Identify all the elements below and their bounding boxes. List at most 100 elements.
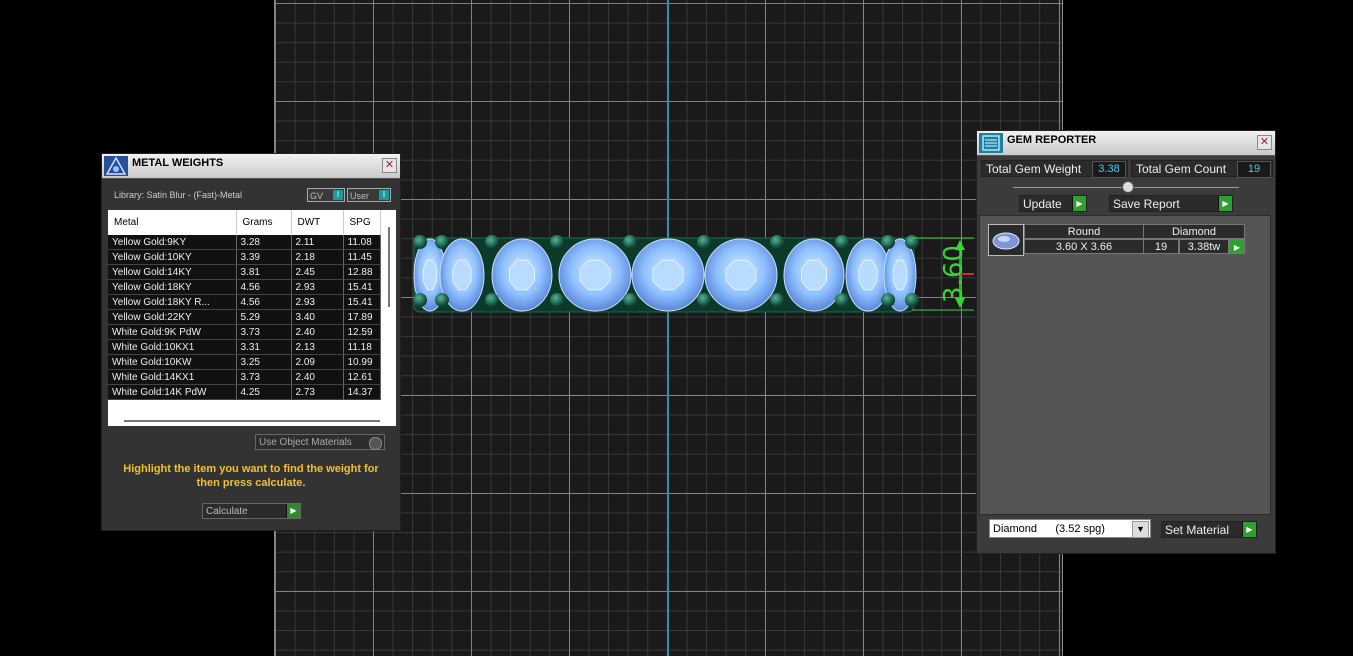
- chevron-down-icon[interactable]: ▼: [1132, 521, 1149, 538]
- prong: [905, 293, 919, 307]
- metal-weights-titlebar[interactable]: METAL WEIGHTS ✕: [102, 154, 400, 179]
- gem-count-cell: 19: [1143, 239, 1179, 254]
- material-select[interactable]: Diamond (3.52 spg) ▼: [989, 519, 1151, 538]
- gem-facet: [422, 259, 438, 291]
- prong: [697, 235, 711, 249]
- spg-cell: 11.18: [343, 339, 381, 355]
- table-row[interactable]: Yellow Gold:18KY 4.56 2.93 15.41: [108, 279, 381, 295]
- vertical-scrollbar[interactable]: [388, 227, 390, 307]
- prong: [485, 293, 499, 307]
- ring-model[interactable]: 3.60: [412, 234, 974, 316]
- gv-toggle[interactable]: GV I: [307, 188, 345, 202]
- grams-cell: 3.39: [236, 249, 292, 265]
- metal-name: Yellow Gold:18KY: [108, 279, 237, 295]
- gem-facet: [452, 259, 472, 291]
- prong: [413, 235, 427, 249]
- metal-name: Yellow Gold:10KY: [108, 249, 237, 265]
- user-toggle-label: User: [350, 191, 370, 201]
- save-report-button[interactable]: Save Report ▶: [1109, 195, 1233, 212]
- spg-cell: 12.61: [343, 369, 381, 385]
- set-material-button[interactable]: Set Material ▶: [1161, 521, 1257, 538]
- table-row[interactable]: Yellow Gold:10KY 3.39 2.18 11.45: [108, 249, 381, 265]
- update-button[interactable]: Update ▶: [1019, 195, 1087, 212]
- spg-cell: 12.88: [343, 264, 381, 280]
- library-label: Library: Satin Blur - (Fast)-Metal: [114, 190, 243, 200]
- dwt-cell: 2.11: [291, 235, 344, 250]
- grams-cell: 3.25: [236, 354, 292, 370]
- dwt-cell: 2.13: [291, 339, 344, 355]
- prong: [623, 235, 637, 249]
- radio-icon[interactable]: [369, 437, 382, 450]
- close-icon[interactable]: ✕: [382, 158, 397, 173]
- spg-cell: 15.41: [343, 279, 381, 295]
- save-report-label: Save Report: [1113, 197, 1180, 211]
- table-row[interactable]: White Gold:14K PdW 4.25 2.73 14.37: [108, 384, 381, 400]
- table-row[interactable]: Yellow Gold:14KY 3.81 2.45 12.88: [108, 264, 381, 280]
- horizontal-scrollbar[interactable]: [124, 420, 380, 422]
- grams-cell: 4.56: [236, 294, 292, 310]
- spg-cell: 17.89: [343, 309, 381, 325]
- column-header-spg[interactable]: SPG: [343, 210, 381, 235]
- gem-reporter-titlebar[interactable]: GEM REPORTER ✕: [977, 131, 1275, 156]
- gem-facet: [579, 259, 611, 291]
- gv-checkbox-icon[interactable]: I: [333, 190, 343, 200]
- metal-name: White Gold:10KW: [108, 354, 237, 370]
- gem-reporter-icon: [979, 133, 1003, 153]
- column-header-metal[interactable]: Metal: [108, 210, 237, 235]
- calculate-label: Calculate: [206, 506, 248, 517]
- table-row[interactable]: Yellow Gold:18KY R... 4.56 2.93 15.41: [108, 294, 381, 310]
- gem-material-cell: Diamond: [1143, 224, 1245, 239]
- table-row[interactable]: White Gold:9K PdW 3.73 2.40 12.59: [108, 324, 381, 340]
- dwt-cell: 2.40: [291, 324, 344, 340]
- gv-toggle-label: GV: [310, 191, 324, 201]
- gem-facet: [652, 259, 684, 291]
- calculate-button[interactable]: Calculate ▶: [202, 503, 301, 519]
- user-checkbox-icon[interactable]: I: [379, 190, 389, 200]
- prong: [435, 235, 449, 249]
- grams-cell: 4.25: [236, 384, 292, 400]
- close-icon[interactable]: ✕: [1257, 135, 1272, 150]
- gem-list[interactable]: Round Diamond 3.60 X 3.66 19 3.38tw ▶: [979, 215, 1271, 515]
- use-object-materials-toggle[interactable]: Use Object Materials: [255, 434, 385, 450]
- dwt-cell: 2.09: [291, 354, 344, 370]
- metal-weights-title: METAL WEIGHTS: [132, 157, 224, 169]
- spg-cell: 10.99: [343, 354, 381, 370]
- play-arrow-icon: ▶: [286, 504, 300, 518]
- user-toggle[interactable]: User I: [347, 188, 391, 202]
- table-row[interactable]: Yellow Gold:22KY 5.29 3.40 17.89: [108, 309, 381, 325]
- prong: [835, 293, 849, 307]
- metal-table[interactable]: Metal Grams DWT SPG Yellow Gold:9KY 3.28 2…: [108, 210, 396, 426]
- spg-cell: 14.37: [343, 384, 381, 400]
- slider-handle[interactable]: [1122, 181, 1134, 193]
- table-row[interactable]: White Gold:14KX1 3.73 2.40 12.61: [108, 369, 381, 385]
- metal-name: White Gold:9K PdW: [108, 324, 237, 340]
- play-arrow-icon: ▶: [1072, 196, 1086, 211]
- set-material-label: Set Material: [1165, 523, 1230, 537]
- spg-cell: 11.08: [343, 235, 381, 250]
- grams-cell: 3.81: [236, 264, 292, 280]
- column-header-grams[interactable]: Grams: [236, 210, 292, 235]
- gem-thumbnail[interactable]: [988, 224, 1024, 256]
- gem-facet: [801, 259, 827, 291]
- gem-cut-cell: Round: [1024, 224, 1144, 239]
- prong: [550, 235, 564, 249]
- grams-cell: 4.56: [236, 279, 292, 295]
- prong: [550, 293, 564, 307]
- table-row[interactable]: Yellow Gold:9KY 3.28 2.11 11.08: [108, 235, 381, 250]
- use-object-materials-label: Use Object Materials: [259, 437, 352, 448]
- update-label: Update: [1023, 197, 1062, 211]
- gem-facet: [509, 259, 535, 291]
- dwt-cell: 2.73: [291, 384, 344, 400]
- table-row[interactable]: White Gold:10KW 3.25 2.09 10.99: [108, 354, 381, 370]
- metal-name: White Gold:10KX1: [108, 339, 237, 355]
- prong: [435, 293, 449, 307]
- table-row[interactable]: White Gold:10KX1 3.31 2.13 11.18: [108, 339, 381, 355]
- prong: [623, 293, 637, 307]
- column-header-dwt[interactable]: DWT: [291, 210, 344, 235]
- play-arrow-icon[interactable]: ▶: [1229, 239, 1245, 254]
- total-gem-weight-label: Total Gem Weight: [986, 162, 1082, 176]
- gem-reporter-panel: GEM REPORTER ✕ Total Gem Weight 3.38 Tot…: [976, 130, 1276, 554]
- prong: [881, 293, 895, 307]
- total-gem-weight-value: 3.38: [1092, 161, 1126, 178]
- total-gem-count-value: 19: [1237, 161, 1271, 178]
